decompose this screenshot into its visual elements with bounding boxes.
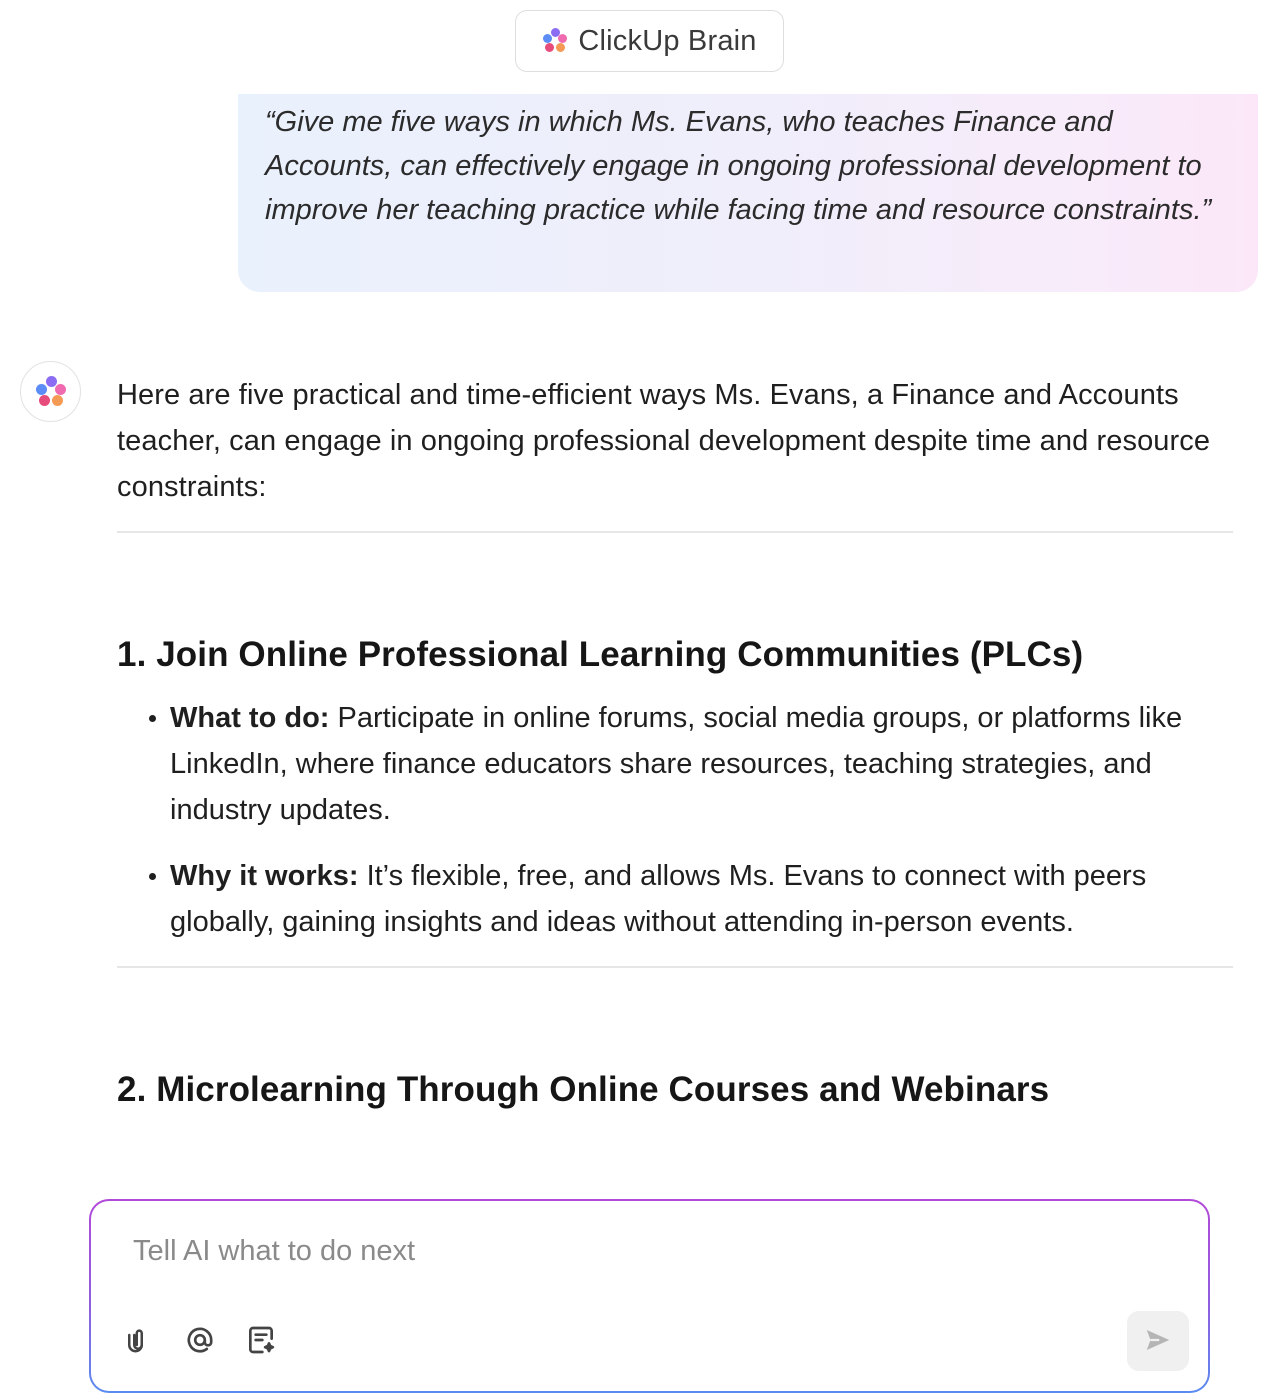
bullet-dot (149, 873, 156, 880)
bullet-item: What to do: Participate in online forums… (117, 695, 1233, 833)
section-divider (117, 966, 1233, 968)
section-heading: 1. Join Online Professional Learning Com… (117, 635, 1084, 674)
bullet-lead: What to do: (170, 702, 330, 734)
bullet-dot (149, 715, 156, 722)
section-divider (117, 531, 1233, 533)
ai-avatar (20, 361, 81, 422)
user-prompt-text: “Give me five ways in which Ms. Evans, w… (265, 106, 1212, 226)
user-prompt-bubble: “Give me five ways in which Ms. Evans, w… (238, 94, 1258, 292)
clickup-brain-logo-icon (542, 28, 568, 54)
response-intro: Here are five practical and time-efficie… (117, 379, 1211, 503)
clickup-brain-logo-icon (35, 375, 67, 408)
prompt-input[interactable] (133, 1235, 1033, 1268)
at-mention-icon[interactable] (183, 1323, 217, 1357)
clickup-brain-chat: ClickUp Brain “Give me five ways in whic… (0, 0, 1282, 1400)
bullet-list: What to do: Participate in online forums… (117, 695, 1233, 945)
bullet-item: Why it works: It’s flexible, free, and a… (117, 853, 1233, 945)
send-button[interactable] (1127, 1311, 1189, 1371)
section-heading: 2. Microlearning Through Online Courses … (117, 1070, 1050, 1109)
send-arrow-icon (1143, 1325, 1173, 1358)
ai-response: Here are five practical and time-efficie… (117, 372, 1233, 1110)
composer (89, 1199, 1210, 1393)
bullet-lead: Why it works: (170, 860, 359, 892)
brand-header[interactable]: ClickUp Brain (515, 10, 784, 72)
ai-note-icon[interactable] (244, 1323, 278, 1357)
brand-label: ClickUp Brain (578, 24, 757, 57)
paperclip-icon[interactable] (121, 1323, 155, 1357)
composer-inner (91, 1201, 1208, 1391)
